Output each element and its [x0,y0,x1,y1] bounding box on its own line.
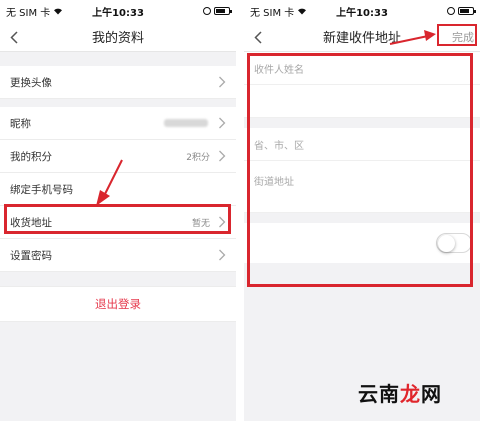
wifi-icon [53,7,63,15]
carrier-label: 无 SIM 卡 [6,7,51,19]
menu-item-change-avatar[interactable]: 更换头像 [0,66,236,99]
menu-item-points[interactable]: 我的积分 2积分 [0,140,236,173]
carrier-label: 无 SIM 卡 [250,7,295,19]
orientation-lock-icon [203,7,211,15]
menu-item-set-password[interactable]: 设置密码 [0,239,236,272]
nav-bar: 我的资料 [0,22,236,52]
wifi-icon [297,7,307,15]
back-icon[interactable] [6,28,22,46]
battery-icon [214,7,232,15]
chevron-right-icon [218,76,226,88]
profile-menu-main: 昵称 我的积分 2积分 绑定手机号码 收货地址 暂无 设置密码 [0,107,236,272]
menu-item-label: 绑定手机号码 [10,183,73,196]
menu-item-bind-phone[interactable]: 绑定手机号码 [0,173,236,206]
menu-item-label: 设置密码 [10,249,52,262]
highlight-box-address [4,204,231,234]
page-title: 我的资料 [91,31,144,46]
menu-item-label: 更换头像 [10,76,52,89]
back-icon[interactable] [250,28,266,46]
profile-menu: 更换头像 [0,66,236,99]
chevron-right-icon [218,150,226,162]
menu-item-nickname[interactable]: 昵称 [0,107,236,140]
status-bar: 无 SIM 卡 上午10:33 [244,0,480,22]
highlight-box-form [247,53,473,287]
watermark-logo: 云南龙网 [358,382,442,406]
status-bar: 无 SIM 卡 上午10:33 [0,0,236,22]
battery-icon [458,7,476,15]
points-value: 2积分 [186,152,210,163]
menu-item-label: 我的积分 [10,150,52,163]
orientation-lock-icon [447,7,455,15]
chevron-right-icon [218,117,226,129]
highlight-box-done [437,24,477,46]
chevron-right-icon [218,249,226,261]
menu-item-label: 昵称 [10,117,31,130]
nickname-value-redacted [164,119,208,127]
logout-button[interactable]: 退出登录 [0,286,236,322]
